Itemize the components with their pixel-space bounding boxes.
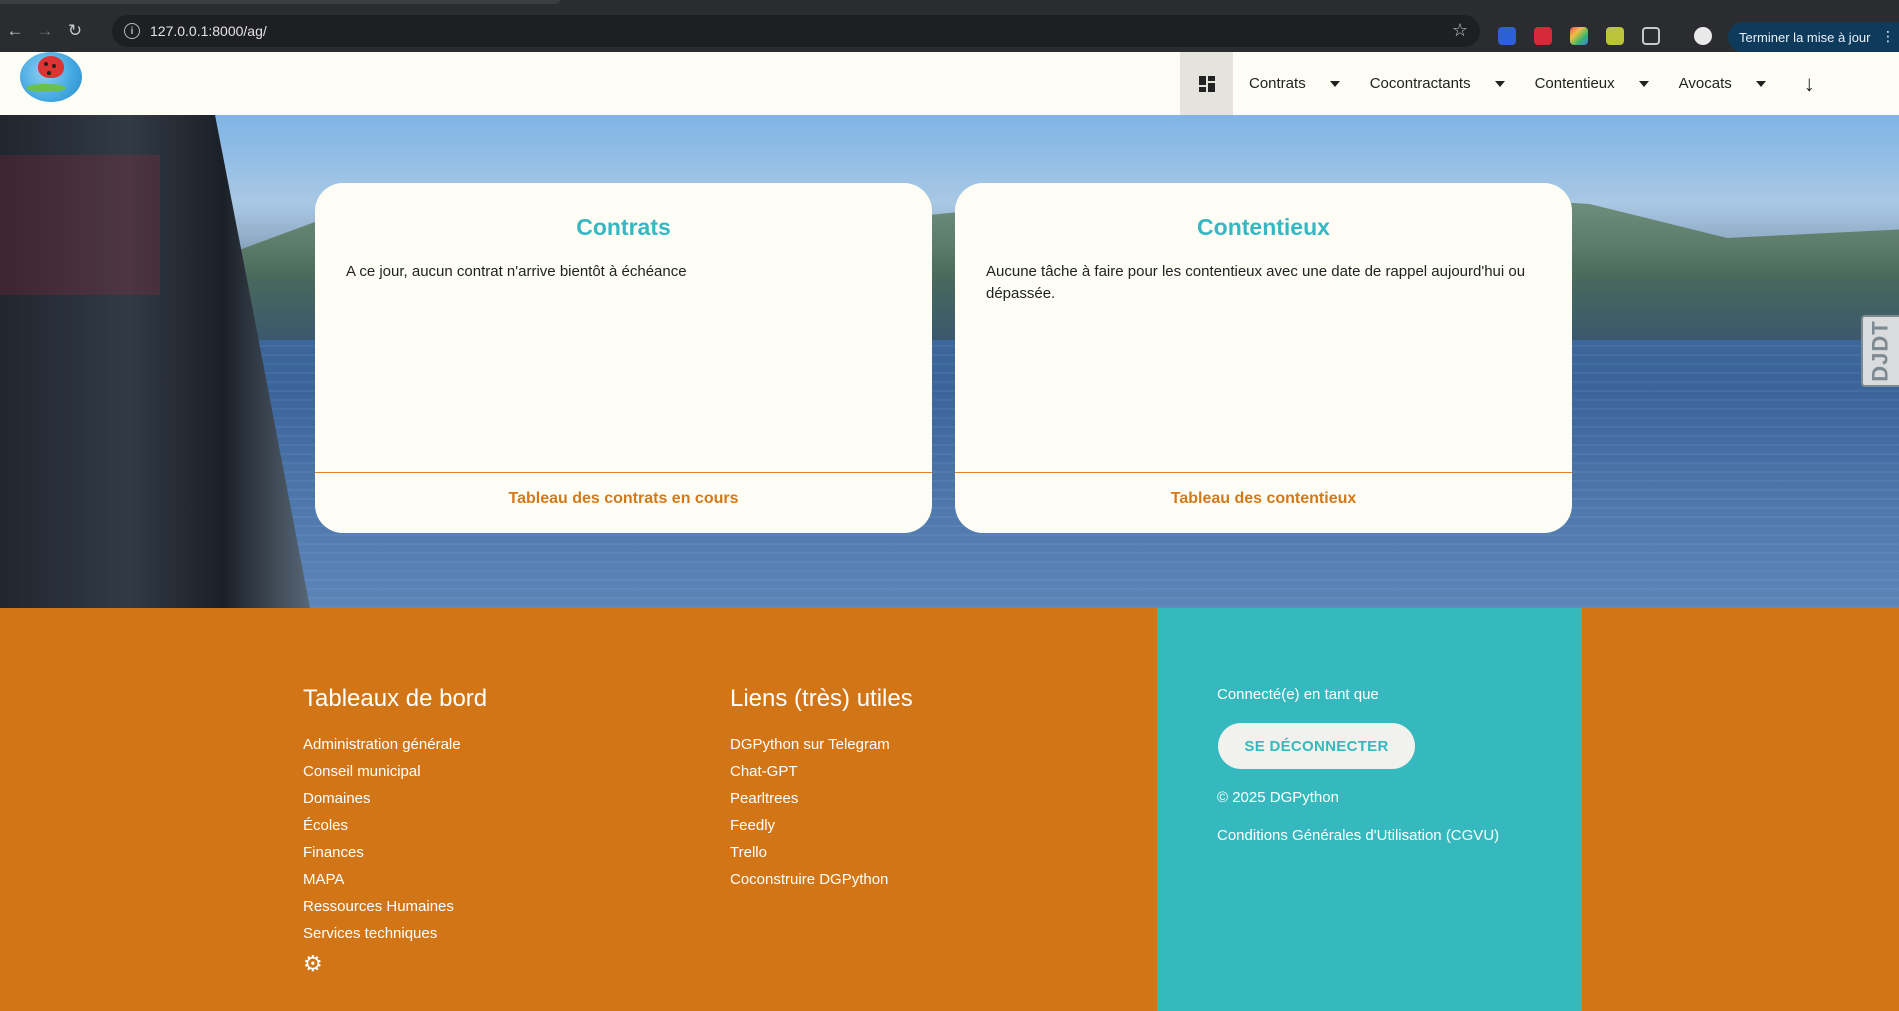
- footer-link[interactable]: Feedly: [730, 816, 913, 843]
- caret-down-icon: [1638, 80, 1649, 87]
- footer-link[interactable]: MAPA: [303, 870, 487, 897]
- card-contrats: Contrats A ce jour, aucun contrat n'arri…: [315, 183, 932, 533]
- footer-links-list: DGPython sur Telegram Chat-GPT Pearltree…: [730, 735, 913, 897]
- menu-contrats-label: Contrats: [1249, 75, 1306, 92]
- site-logo[interactable]: [20, 52, 82, 102]
- card-text: Aucune tâche à faire pour les contentieu…: [986, 263, 1526, 302]
- red-extension-icon[interactable]: [1534, 27, 1552, 45]
- ladybug-icon: [38, 56, 64, 78]
- update-browser-button[interactable]: Terminer la mise à jour ⋮: [1728, 22, 1899, 52]
- footer-link[interactable]: Administration générale: [303, 735, 487, 762]
- site-footer: Tableaux de bord Administration générale…: [0, 608, 1899, 1011]
- profile-icon[interactable]: [1694, 27, 1712, 45]
- footer-dashboards-title: Tableaux de bord: [303, 685, 488, 712]
- site-info-icon[interactable]: i: [124, 23, 140, 39]
- more-menu-icon[interactable]: ⋮: [1881, 28, 1895, 45]
- footer-link[interactable]: Coconstruire DGPython: [730, 870, 913, 897]
- logout-button[interactable]: SE DÉCONNECTER: [1218, 723, 1415, 769]
- dashboard-button[interactable]: [1180, 52, 1233, 115]
- card-contentieux: Contentieux Aucune tâche à faire pour le…: [955, 183, 1572, 533]
- green-extension-icon[interactable]: [1606, 27, 1624, 45]
- footer-link[interactable]: Chat-GPT: [730, 762, 913, 789]
- update-browser-label: Terminer la mise à jour: [1739, 29, 1871, 45]
- puzzle-extension-icon[interactable]: [1642, 27, 1660, 45]
- menu-contentieux-label: Contentieux: [1534, 75, 1615, 92]
- caret-down-icon: [1494, 80, 1505, 87]
- footer-link[interactable]: Trello: [730, 843, 913, 870]
- card-divider: [955, 472, 1572, 473]
- contrats-table-link[interactable]: Tableau des contrats en cours: [315, 490, 932, 508]
- footer-link[interactable]: Écoles: [303, 816, 487, 843]
- menu-contrats[interactable]: Contrats: [1233, 52, 1354, 115]
- arrow-down-icon[interactable]: ↓: [1804, 71, 1815, 97]
- main-menu: Contrats Cocontractants Contentieux Avoc…: [1180, 52, 1815, 115]
- bitwarden-extension-icon[interactable]: [1498, 27, 1516, 45]
- footer-link[interactable]: Services techniques: [303, 924, 487, 951]
- footer-dashboards-list: Administration générale Conseil municipa…: [303, 735, 487, 951]
- menu-cocontractants-label: Cocontractants: [1369, 75, 1471, 92]
- contentieux-table-link[interactable]: Tableau des contentieux: [955, 490, 1572, 508]
- menu-avocats[interactable]: Avocats: [1663, 52, 1780, 115]
- card-divider: [315, 472, 932, 473]
- menu-contentieux[interactable]: Contentieux: [1519, 52, 1663, 115]
- card-text: A ce jour, aucun contrat n'arrive bientô…: [346, 263, 687, 280]
- dashboard-icon: [1198, 75, 1215, 92]
- footer-links-title: Liens (très) utiles: [730, 685, 913, 712]
- menu-avocats-label: Avocats: [1678, 75, 1732, 92]
- card-title: Contrats: [576, 214, 671, 240]
- caret-down-icon: [1329, 80, 1340, 87]
- browser-toolbar: ← → ↻ i 127.0.0.1:8000/ag/ ☆ Terminer la…: [0, 10, 1899, 52]
- back-icon[interactable]: ←: [0, 16, 30, 46]
- reload-icon[interactable]: ↻: [60, 16, 90, 46]
- footer-links: Liens (très) utiles DGPython sur Telegra…: [730, 685, 913, 897]
- menu-cocontractants[interactable]: Cocontractants: [1354, 52, 1519, 115]
- footer-link[interactable]: Pearltrees: [730, 789, 913, 816]
- logo-grass: [26, 84, 66, 92]
- grid-extension-icon[interactable]: [1570, 27, 1588, 45]
- django-debug-toolbar-handle[interactable]: DJDT: [1861, 315, 1899, 387]
- hero-section: Contrats A ce jour, aucun contrat n'arri…: [0, 115, 1899, 608]
- footer-dashboards: Tableaux de bord Administration générale…: [303, 685, 487, 977]
- browser-tabstrip: [0, 0, 1899, 10]
- card-title: Contentieux: [1197, 214, 1330, 240]
- footer-link[interactable]: Domaines: [303, 789, 487, 816]
- footer-link[interactable]: Finances: [303, 843, 487, 870]
- connected-as-text: Connecté(e) en tant que: [1217, 686, 1379, 703]
- forward-icon[interactable]: →: [30, 16, 60, 46]
- url-text[interactable]: 127.0.0.1:8000/ag/: [150, 23, 267, 39]
- cgvu-link[interactable]: Conditions Générales d'Utilisation (CGVU…: [1217, 827, 1499, 844]
- site-navbar: Contrats Cocontractants Contentieux Avoc…: [0, 52, 1899, 115]
- address-bar[interactable]: i 127.0.0.1:8000/ag/ ☆: [112, 15, 1480, 47]
- bookmark-star-icon[interactable]: ☆: [1452, 20, 1468, 41]
- copyright-text: © 2025 DGPython: [1217, 789, 1339, 806]
- footer-account-panel: Connecté(e) en tant que SE DÉCONNECTER ©…: [1157, 608, 1582, 1011]
- footer-link[interactable]: DGPython sur Telegram: [730, 735, 913, 762]
- footer-link[interactable]: Ressources Humaines: [303, 897, 487, 924]
- caret-down-icon: [1755, 80, 1766, 87]
- footer-link[interactable]: Conseil municipal: [303, 762, 487, 789]
- active-tab[interactable]: [0, 0, 560, 4]
- gear-icon[interactable]: ⚙: [303, 951, 487, 977]
- djdt-label: DJDT: [1868, 320, 1894, 382]
